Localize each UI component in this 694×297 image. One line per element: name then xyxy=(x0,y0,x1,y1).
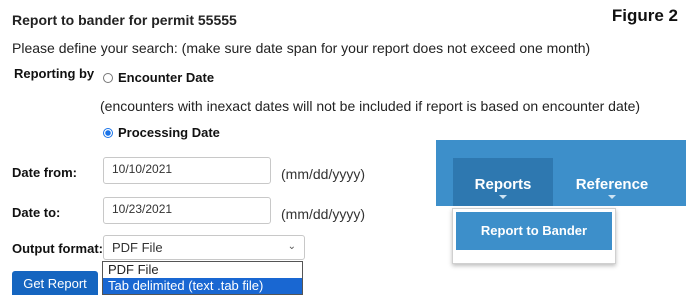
encounter-date-radio[interactable] xyxy=(103,72,113,83)
intro-text: Please define your search: (make sure da… xyxy=(12,40,591,56)
output-format-label: Output format: xyxy=(12,241,103,256)
menu-item-report-to-bander[interactable]: Report to Bander xyxy=(456,212,612,250)
date-to-format-hint: (mm/dd/yyyy) xyxy=(281,206,365,222)
chevron-down-icon: ⌄ xyxy=(287,241,296,252)
output-format-options[interactable]: PDF File Tab delimited (text .tab file) xyxy=(102,261,303,295)
caret-down-icon xyxy=(499,195,507,199)
figure-label: Figure 2 xyxy=(611,6,678,25)
output-format-selected: PDF File xyxy=(112,240,163,255)
processing-date-option[interactable]: Processing Date xyxy=(103,125,220,140)
get-report-button[interactable]: Get Report xyxy=(12,271,98,295)
nav-item-reports-label: Reports xyxy=(474,176,532,193)
encounter-date-option[interactable]: Encounter Date xyxy=(103,70,214,85)
date-from-format-hint: (mm/dd/yyyy) xyxy=(281,166,365,182)
date-to-input[interactable]: 10/23/2021 xyxy=(103,197,271,224)
inexact-dates-note: (encounters with inexact dates will not … xyxy=(100,98,641,114)
nav-item-reference-label: Reference xyxy=(575,176,649,193)
caret-down-icon xyxy=(608,195,616,199)
nav-item-reports[interactable]: Reports xyxy=(453,176,553,199)
option-pdf-file[interactable]: PDF File xyxy=(103,262,302,278)
date-from-input[interactable]: 10/10/2021 xyxy=(103,157,271,184)
processing-date-radio[interactable] xyxy=(103,127,113,138)
reporting-by-label: Reporting by xyxy=(14,66,95,81)
date-from-label: Date from: xyxy=(12,165,78,180)
output-format-select[interactable]: PDF File ⌄ xyxy=(103,235,305,260)
encounter-date-label: Encounter Date xyxy=(118,70,215,85)
processing-date-label: Processing Date xyxy=(118,125,220,140)
nav-item-reference[interactable]: Reference xyxy=(560,176,664,199)
date-to-label: Date to: xyxy=(12,205,61,220)
page-title: Report to bander for permit 55555 xyxy=(12,12,237,28)
reports-dropdown-menu: Report to Bander xyxy=(452,208,616,264)
option-tab-delimited[interactable]: Tab delimited (text .tab file) xyxy=(103,278,302,294)
